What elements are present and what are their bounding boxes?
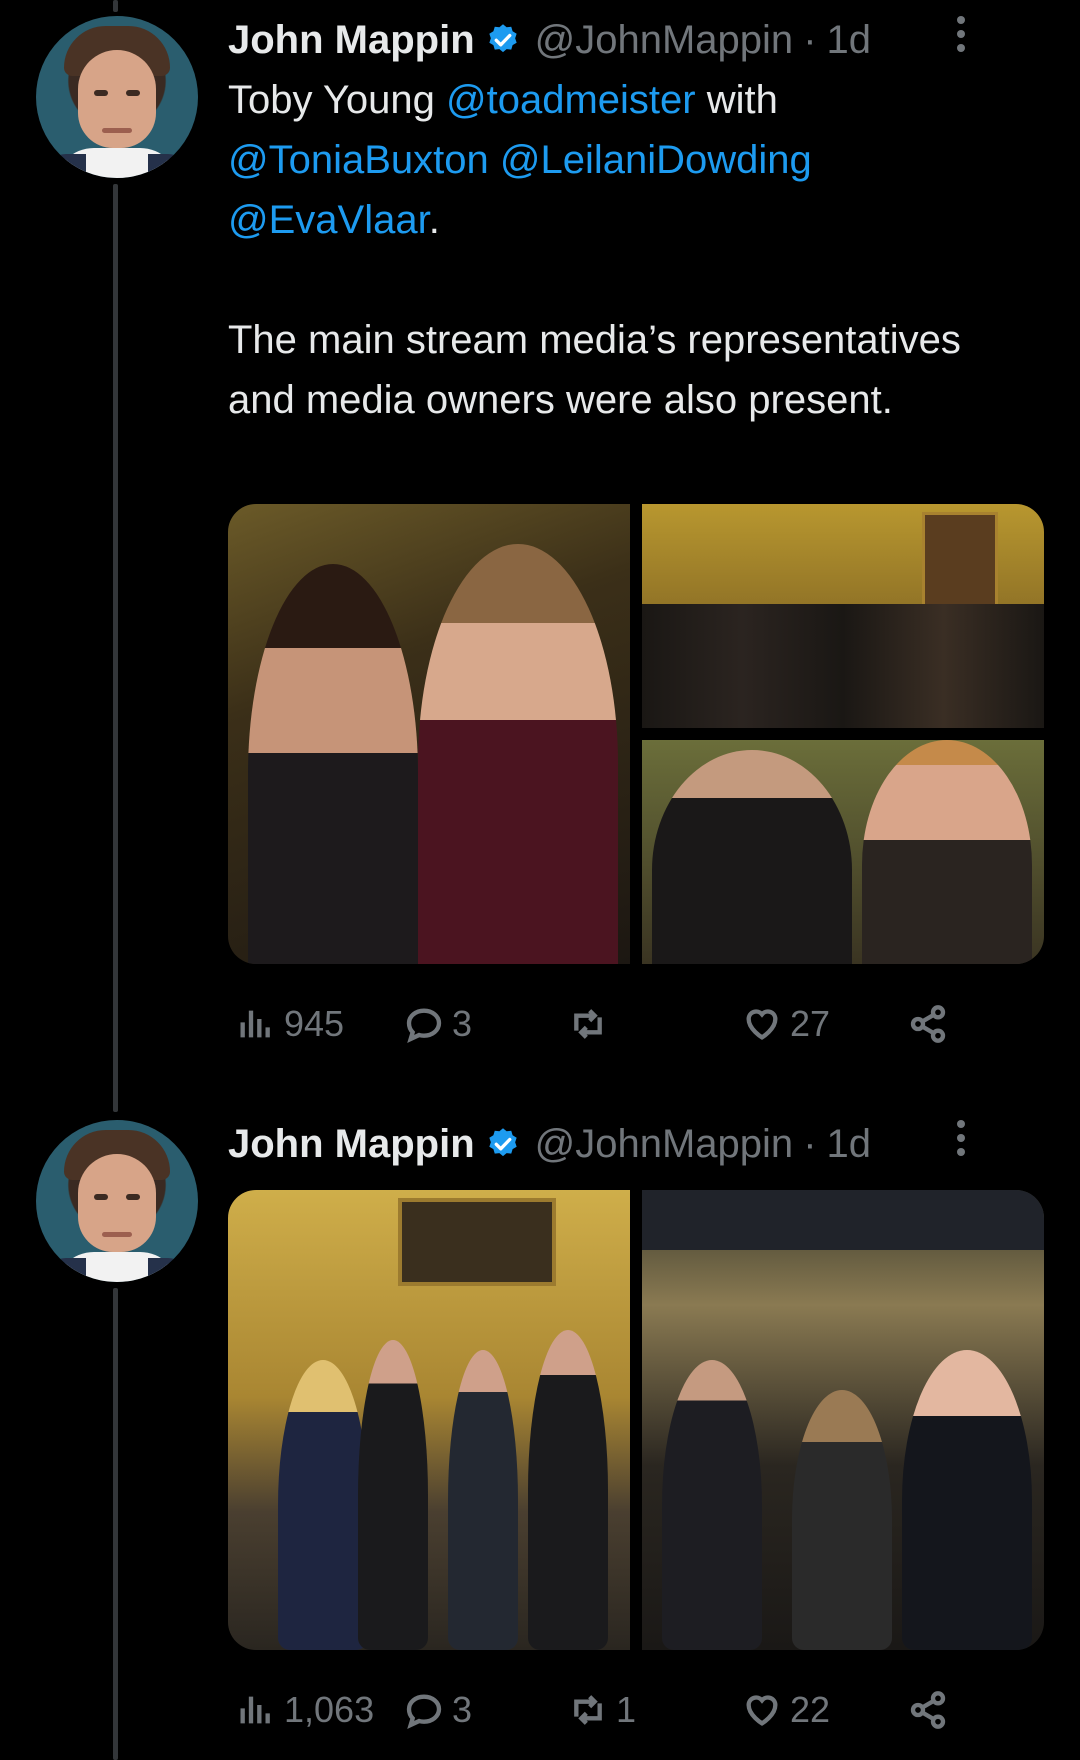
share-icon	[910, 1005, 946, 1043]
verified-badge-icon	[488, 1128, 517, 1157]
avatar[interactable]	[36, 1120, 198, 1282]
views-count: 945	[284, 1003, 345, 1044]
share-icon	[910, 1691, 946, 1729]
retweet-icon	[574, 1695, 602, 1725]
author-handle[interactable]: @JohnMappin	[535, 1122, 794, 1167]
retweet-button[interactable]	[568, 994, 616, 1054]
photo[interactable]	[642, 1190, 1044, 1650]
more-options-icon[interactable]	[956, 16, 966, 52]
mention-link[interactable]: @toadmeister	[446, 78, 696, 122]
separator-dot: ·	[803, 17, 817, 62]
reply-icon	[406, 1694, 442, 1730]
more-options-icon[interactable]	[956, 1120, 966, 1156]
heart-icon	[746, 1009, 778, 1040]
photo[interactable]	[642, 740, 1044, 964]
retweet-icon	[574, 1009, 602, 1039]
like-button[interactable]: 22	[742, 1680, 830, 1740]
tweet-text: Toby Young @toadmeister with @ToniaBuxto…	[228, 70, 1048, 430]
photo[interactable]	[228, 504, 630, 964]
views-button[interactable]: 945	[236, 994, 344, 1054]
share-button[interactable]	[908, 994, 948, 1054]
text-segment: Toby Young	[228, 78, 446, 122]
text-segment: .	[428, 198, 440, 242]
thread-line	[113, 184, 118, 1112]
tweet-timestamp[interactable]: 1d	[827, 18, 872, 63]
reply-button[interactable]: 3	[404, 1680, 472, 1740]
like-count: 27	[790, 1003, 831, 1044]
tweet-actions: 1,063 3 1 22	[228, 1680, 1048, 1740]
thread-line	[113, 0, 118, 12]
reply-count: 3	[452, 1003, 473, 1044]
mention-link[interactable]: @LeilaniDowding	[500, 138, 812, 182]
share-button[interactable]	[908, 1680, 948, 1740]
analytics-icon	[240, 1696, 270, 1724]
thread-line	[113, 1288, 118, 1760]
tweet-header: John Mappin @JohnMappin · 1d	[228, 18, 871, 62]
tweet-actions: 945 3 27	[228, 994, 1048, 1054]
retweet-button[interactable]: 1	[568, 1680, 636, 1740]
author-name[interactable]: John Mappin	[228, 1122, 475, 1167]
heart-icon	[746, 1695, 778, 1726]
media-grid	[228, 1190, 1044, 1650]
analytics-icon	[240, 1010, 270, 1038]
tweet-timestamp[interactable]: 1d	[827, 1122, 872, 1167]
reply-icon	[406, 1008, 442, 1044]
separator-dot: ·	[803, 1121, 817, 1166]
reply-button[interactable]: 3	[404, 994, 472, 1054]
photo[interactable]	[228, 1190, 630, 1650]
mention-link[interactable]: @EvaVlaar	[228, 198, 429, 242]
tweet-paragraph: The main stream media’s representatives …	[228, 318, 961, 422]
retweet-count: 1	[616, 1689, 637, 1730]
mention-link[interactable]: @ToniaBuxton	[228, 138, 489, 182]
media-grid	[228, 504, 1044, 964]
verified-badge-icon	[488, 24, 517, 53]
photo[interactable]	[642, 504, 1044, 728]
avatar[interactable]	[36, 16, 198, 178]
views-count: 1,063	[284, 1689, 375, 1730]
author-name[interactable]: John Mappin	[228, 18, 475, 63]
tweet-header: John Mappin @JohnMappin · 1d	[228, 1122, 871, 1166]
author-handle[interactable]: @JohnMappin	[535, 18, 794, 63]
like-button[interactable]: 27	[742, 994, 830, 1054]
reply-count: 3	[452, 1689, 473, 1730]
like-count: 22	[790, 1689, 831, 1730]
views-button[interactable]: 1,063	[236, 1680, 374, 1740]
text-segment: with	[695, 78, 778, 122]
